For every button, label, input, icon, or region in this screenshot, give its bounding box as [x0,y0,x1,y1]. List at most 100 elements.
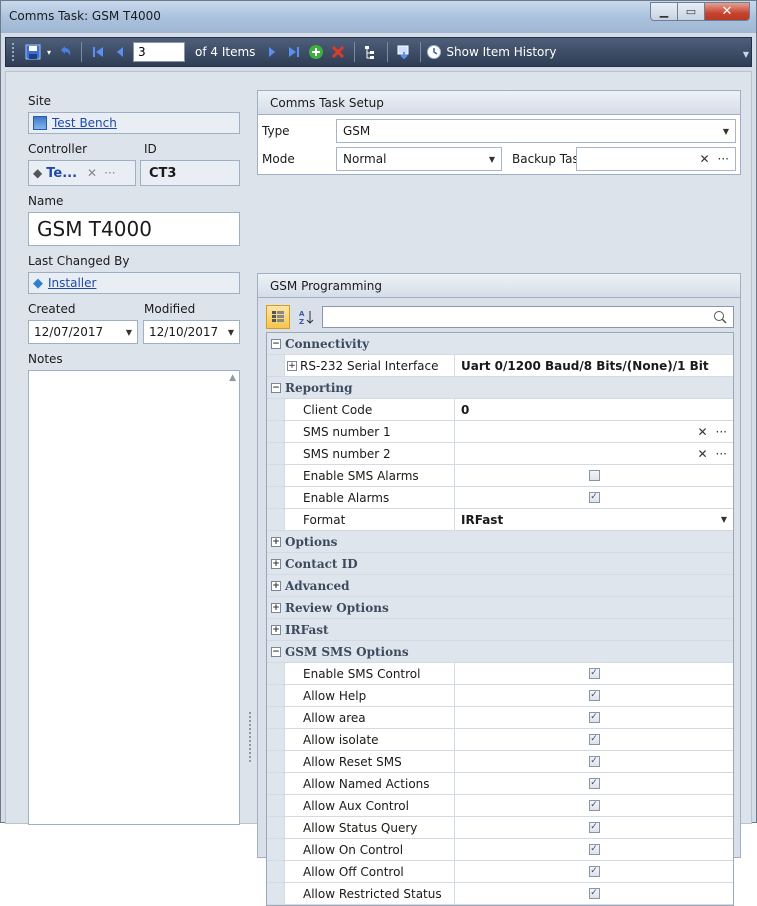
property-row[interactable]: Allow On Control ✓ [267,839,733,861]
option-checkbox[interactable]: ✓ [588,822,600,833]
category-connectivity[interactable]: − Connectivity [267,333,733,355]
property-row[interactable]: Allow Named Actions ✓ [267,773,733,795]
expand-icon[interactable]: + [271,602,281,613]
modified-date-picker[interactable]: 12/10/2017 ▼ [143,320,240,344]
ellipsis-icon[interactable]: ··· [718,152,729,166]
property-row[interactable]: + RS-232 Serial Interface Uart 0/1200 Bau… [267,355,733,377]
property-value[interactable]: 0 [455,399,733,420]
ellipsis-icon[interactable]: ··· [716,447,727,461]
export-icon[interactable] [393,41,415,63]
save-dropdown-icon[interactable]: ▾ [44,41,54,63]
created-date-picker[interactable]: 12/07/2017 ▼ [28,320,138,344]
option-checkbox[interactable]: ✓ [588,734,600,745]
last-icon[interactable] [283,41,305,63]
sort-alphabetical-icon[interactable]: AZ [294,305,318,329]
controller-value[interactable]: Te... [46,166,77,181]
controller-field[interactable]: ◆ Te... ✕ ··· [28,160,136,186]
show-item-history-button[interactable]: Show Item History [426,44,556,60]
maximize-button[interactable]: ▭ [677,2,704,21]
option-checkbox[interactable]: ✓ [588,866,600,877]
chevron-down-icon[interactable]: ▼ [126,328,132,337]
option-checkbox[interactable]: ✓ [588,712,600,723]
site-field[interactable]: Test Bench [28,112,240,134]
clear-icon[interactable]: ✕ [697,447,707,461]
next-icon[interactable] [261,41,283,63]
clear-icon[interactable]: ✕ [87,166,97,180]
first-icon[interactable] [87,41,109,63]
chevron-down-icon[interactable]: ▼ [228,328,234,337]
property-search-input[interactable] [322,306,734,328]
collapse-icon[interactable]: − [271,338,281,349]
undo-icon[interactable] [54,41,76,63]
property-row[interactable]: SMS number 2 ✕ ··· [267,443,733,465]
option-checkbox[interactable]: ✓ [588,844,600,855]
mode-select[interactable]: Normal ▼ [336,147,502,171]
clear-icon[interactable]: ✕ [697,425,707,439]
property-row[interactable]: Allow Off Control ✓ [267,861,733,883]
option-checkbox[interactable]: ✓ [588,690,600,701]
notes-textarea[interactable]: ▲ [28,370,240,825]
property-value[interactable]: ✕ ··· [455,421,733,442]
property-row[interactable]: Allow Reset SMS ✓ [267,751,733,773]
property-row[interactable]: SMS number 1 ✕ ··· [267,421,733,443]
expand-icon[interactable]: + [271,624,281,635]
chevron-down-icon[interactable]: ▼ [721,515,727,524]
category-contact-id[interactable]: + Contact ID [267,553,733,575]
panel-splitter[interactable] [249,712,253,762]
property-row[interactable]: Allow Aux Control ✓ [267,795,733,817]
property-row[interactable]: Allow isolate ✓ [267,729,733,751]
name-field[interactable]: GSM T4000 [28,212,240,246]
chevron-down-icon[interactable]: ▼ [489,155,495,164]
property-row[interactable]: Allow area ✓ [267,707,733,729]
expand-icon[interactable]: + [287,360,297,371]
property-row[interactable]: Format IRFast ▼ [267,509,733,531]
toolbar-grip[interactable] [12,43,16,61]
property-value[interactable]: ✕ ··· [455,443,733,464]
save-icon[interactable] [22,41,44,63]
property-row[interactable]: Allow Help ✓ [267,685,733,707]
ellipsis-icon[interactable]: ··· [104,166,115,180]
scroll-up-icon[interactable]: ▲ [229,373,236,383]
current-item-input[interactable] [133,42,185,62]
property-row[interactable]: Enable Alarms ✓ [267,487,733,509]
property-row[interactable]: Allow Status Query ✓ [267,817,733,839]
property-value[interactable]: Uart 0/1200 Baud/8 Bits/(None)/1 Bit [455,355,733,376]
collapse-icon[interactable]: − [271,382,281,393]
prev-icon[interactable] [109,41,131,63]
collapse-icon[interactable]: − [271,646,281,657]
format-select[interactable]: IRFast ▼ [455,509,733,530]
expand-icon[interactable]: + [271,558,281,569]
category-irfast[interactable]: + IRFast [267,619,733,641]
option-checkbox[interactable]: ✓ [588,756,600,767]
property-row[interactable]: Enable SMS Control ✓ [267,663,733,685]
category-reporting[interactable]: − Reporting [267,377,733,399]
property-row[interactable]: Allow Restricted Status ✓ [267,883,733,905]
category-review-options[interactable]: + Review Options [267,597,733,619]
minimize-button[interactable]: ▁ [650,2,677,21]
category-advanced[interactable]: + Advanced [267,575,733,597]
last-changed-link[interactable]: Installer [48,276,96,290]
backup-task-field[interactable]: ✕ ··· [576,147,736,171]
enable-alarms-checkbox[interactable]: ✓ [588,492,600,503]
property-row[interactable]: Client Code 0 [267,399,733,421]
tree-icon[interactable] [360,41,382,63]
title-bar[interactable]: Comms Task: GSM T4000 ▁ ▭ ✕ [1,1,756,33]
type-select[interactable]: GSM ▼ [336,119,736,143]
chevron-down-icon[interactable]: ▼ [723,127,729,136]
categorized-view-icon[interactable] [266,305,290,329]
ellipsis-icon[interactable]: ··· [716,425,727,439]
option-checkbox[interactable]: ✓ [588,668,600,679]
option-checkbox[interactable]: ✓ [588,800,600,811]
delete-icon[interactable] [327,41,349,63]
clear-icon[interactable]: ✕ [699,152,709,166]
expand-icon[interactable]: + [271,536,281,547]
option-checkbox[interactable]: ✓ [588,888,600,899]
category-gsm-sms-options[interactable]: − GSM SMS Options [267,641,733,663]
option-checkbox[interactable]: ✓ [588,778,600,789]
add-icon[interactable] [305,41,327,63]
category-options[interactable]: + Options [267,531,733,553]
enable-sms-alarms-checkbox[interactable] [588,470,600,481]
last-changed-field[interactable]: ◆ Installer [28,272,240,294]
site-link[interactable]: Test Bench [52,116,117,130]
property-row[interactable]: Enable SMS Alarms [267,465,733,487]
